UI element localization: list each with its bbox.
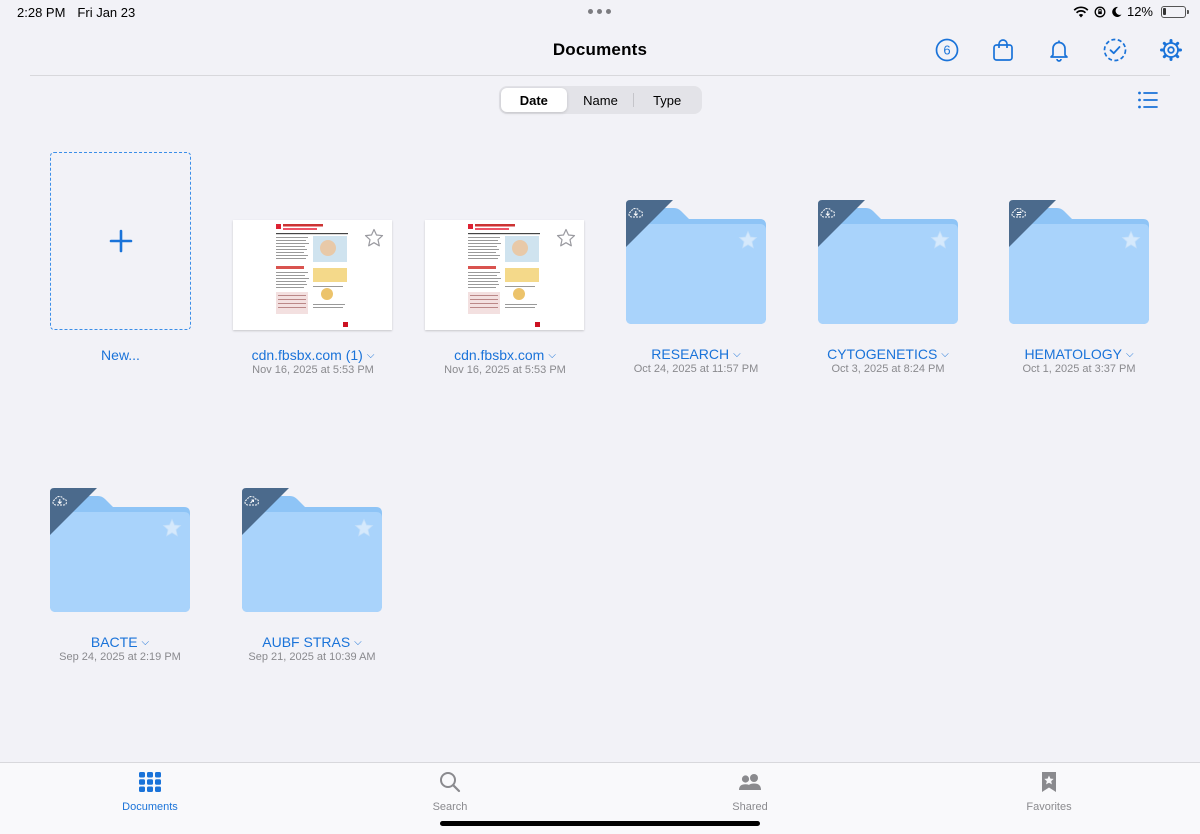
star-outline-icon[interactable] <box>364 228 384 248</box>
item-date: Oct 24, 2025 at 11:57 PM <box>633 363 759 375</box>
chevron-down-icon[interactable]: ⌵ <box>354 637 362 648</box>
notifications-button[interactable] <box>1046 37 1072 63</box>
header-actions: 6 <box>934 37 1184 63</box>
plus-icon <box>109 229 132 253</box>
grid-icon <box>139 772 161 792</box>
new-document-label[interactable]: New... <box>50 347 191 363</box>
item-name[interactable]: CYTOGENETICS ⌵ <box>808 346 968 362</box>
status-bar: 2:28 PM Fri Jan 23 12% <box>0 0 1200 24</box>
status-left: 2:28 PM Fri Jan 23 <box>17 5 135 20</box>
tab-documents[interactable]: Documents <box>100 771 200 813</box>
battery-percent: 12% <box>1126 4 1153 19</box>
tab-label: Search <box>432 801 468 813</box>
item-name[interactable]: cdn.fbsbx.com ⌵ <box>425 347 585 363</box>
settings-button[interactable] <box>1158 37 1184 63</box>
folder-icon[interactable] <box>1009 200 1149 324</box>
status-date: Fri Jan 23 <box>77 5 136 20</box>
folder-icon[interactable] <box>626 200 766 324</box>
tab-favorites[interactable]: Favorites <box>999 771 1099 813</box>
folder-icon[interactable] <box>242 488 382 612</box>
dashed-check-circle-icon <box>1103 38 1127 62</box>
item-date: Nov 16, 2025 at 5:53 PM <box>444 364 566 376</box>
sort-option-name[interactable]: Name <box>568 88 634 112</box>
tab-label: Documents <box>122 801 178 813</box>
chevron-down-icon[interactable]: ⌵ <box>548 350 556 361</box>
document-page-preview <box>273 220 352 330</box>
tab-shared[interactable]: Shared <box>700 771 800 813</box>
document-thumbnail[interactable] <box>233 220 392 330</box>
bell-icon <box>1050 40 1068 62</box>
chevron-down-icon[interactable]: ⌵ <box>733 349 741 360</box>
item-date: Nov 16, 2025 at 5:53 PM <box>252 364 374 376</box>
downloads-count-button[interactable]: 6 <box>934 37 960 63</box>
shopping-bag-icon <box>993 39 1013 61</box>
list-icon <box>1138 91 1158 109</box>
badge-count: 6 <box>943 43 950 58</box>
folder-icon[interactable] <box>50 488 190 612</box>
battery-level <box>1163 7 1166 15</box>
item-name[interactable]: AUBF STRAS ⌵ <box>232 634 392 650</box>
home-indicator <box>440 821 760 826</box>
lock-rotation-icon <box>1094 6 1106 17</box>
status-time: 2:28 PM <box>17 5 66 20</box>
item-name[interactable]: HEMATOLOGY ⌵ <box>999 346 1159 362</box>
header-divider <box>30 75 1170 76</box>
item-name[interactable]: cdn.fbsbx.com (1) ⌵ <box>233 347 393 363</box>
status-right: 12% <box>1073 4 1189 19</box>
gear-icon <box>1160 39 1182 61</box>
document-page-preview <box>465 220 544 330</box>
chevron-down-icon[interactable]: ⌵ <box>367 350 375 361</box>
tab-search[interactable]: Search <box>400 771 500 813</box>
sort-option-type[interactable]: Type <box>634 88 700 112</box>
sort-option-date[interactable]: Date <box>501 88 567 112</box>
folder-icon[interactable] <box>818 200 958 324</box>
sort-segmented-control: Date Name Type <box>499 86 702 114</box>
item-name[interactable]: BACTE ⌵ <box>40 634 200 650</box>
star-outline-icon[interactable] <box>556 228 576 248</box>
search-icon <box>440 772 461 793</box>
select-button[interactable] <box>1102 37 1128 63</box>
store-button[interactable] <box>990 37 1016 63</box>
document-thumbnail[interactable] <box>425 220 584 330</box>
moon-icon <box>1112 6 1122 17</box>
wifi-icon <box>1073 5 1089 17</box>
chevron-down-icon[interactable]: ⌵ <box>941 349 949 360</box>
item-date: Oct 3, 2025 at 8:24 PM <box>831 363 945 375</box>
tab-label: Favorites <box>1026 801 1072 813</box>
item-name[interactable]: RESEARCH ⌵ <box>616 346 776 362</box>
chevron-down-icon[interactable]: ⌵ <box>1126 349 1134 360</box>
multitasking-dots[interactable] <box>588 9 611 14</box>
tab-label: Shared <box>732 801 768 813</box>
tab-bar: Documents Search Shared Favorites <box>0 762 1200 834</box>
item-date: Sep 24, 2025 at 2:19 PM <box>59 651 181 663</box>
item-date: Sep 21, 2025 at 10:39 AM <box>248 651 376 663</box>
people-icon <box>739 774 761 790</box>
star-bookmark-icon <box>1042 772 1056 792</box>
item-date: Oct 1, 2025 at 3:37 PM <box>1022 363 1136 375</box>
new-document-button[interactable] <box>50 152 191 330</box>
battery-icon <box>1161 5 1189 18</box>
chevron-down-icon[interactable]: ⌵ <box>142 637 150 648</box>
list-view-button[interactable] <box>1137 90 1159 110</box>
